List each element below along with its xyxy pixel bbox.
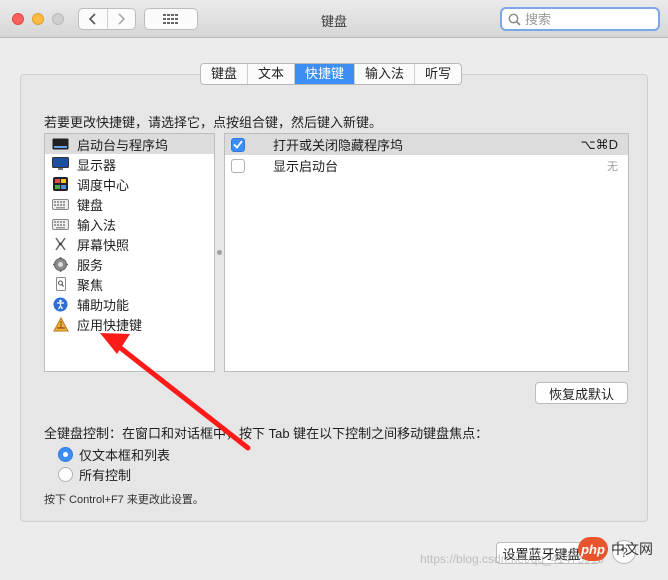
category-item-services[interactable]: 服务	[45, 254, 214, 274]
category-label: 屏幕快照	[77, 237, 130, 253]
app-shortcuts-icon	[52, 316, 69, 331]
shortcut-label: 显示启动台	[273, 159, 339, 174]
services-gear-icon	[52, 256, 69, 272]
shortcut-checkbox[interactable]	[231, 137, 245, 152]
checkmark-icon	[233, 140, 243, 149]
tab-bar: 键盘 文本 快捷键 输入法 听写	[200, 63, 463, 85]
category-item-launchpad-dock[interactable]: 启动台与程序坞	[45, 134, 214, 154]
shortcut-row[interactable]: 显示启动台 无	[225, 155, 628, 176]
category-item-screenshots[interactable]: 屏幕快照	[45, 234, 214, 254]
category-label: 聚焦	[77, 277, 104, 293]
category-list: 启动台与程序坞 显示器 调度中心 键盘 输入法 屏幕快照 服务 聚焦 辅助功能 …	[44, 133, 215, 372]
radio-button[interactable]	[58, 447, 73, 462]
window-toolbar: 键盘	[0, 0, 668, 38]
hint-text: 按下 Control+F7 来更改此设置。	[44, 494, 204, 506]
category-item-input-sources[interactable]: 输入法	[45, 214, 214, 234]
category-item-spotlight[interactable]: 聚焦	[45, 274, 214, 294]
search-icon	[508, 13, 521, 26]
tab-text[interactable]: 文本	[247, 64, 294, 84]
restore-defaults-button[interactable]: 恢复成默认	[535, 382, 628, 404]
category-label: 启动台与程序坞	[77, 137, 169, 153]
tab-keyboard[interactable]: 键盘	[201, 64, 247, 84]
display-icon	[52, 157, 69, 171]
radio-label: 仅文本框和列表	[79, 448, 171, 463]
shortcut-row[interactable]: 打开或关闭隐藏程序坞 ⌥⌘D	[225, 134, 628, 155]
radio-label: 所有控制	[79, 468, 132, 483]
tab-shortcuts[interactable]: 快捷键	[294, 64, 355, 84]
instruction-text: 若要更改快捷键，请选择它，点按组合键，然后键入新键。	[44, 115, 383, 130]
shortcut-checkbox[interactable]	[231, 158, 245, 173]
shortcut-keys[interactable]: 无	[607, 158, 618, 174]
category-label: 键盘	[77, 197, 104, 213]
search-field[interactable]	[500, 7, 660, 31]
shortcut-label: 打开或关闭隐藏程序坞	[273, 138, 404, 153]
spotlight-icon	[52, 277, 69, 291]
category-item-keyboard[interactable]: 键盘	[45, 194, 214, 214]
shortcut-list: 打开或关闭隐藏程序坞 ⌥⌘D 显示启动台 无	[224, 133, 629, 372]
category-label: 显示器	[77, 157, 117, 173]
radio-button[interactable]	[58, 467, 73, 482]
radio-text-boxes-lists[interactable]: 仅文本框和列表	[58, 445, 170, 464]
input-method-icon	[52, 217, 69, 231]
tab-input-sources[interactable]: 输入法	[354, 64, 414, 84]
site-badge-text: 中文网	[611, 541, 653, 557]
shortcut-keys[interactable]: ⌥⌘D	[581, 137, 618, 153]
keyboard-icon	[52, 197, 69, 211]
accessibility-icon	[52, 297, 69, 311]
category-label: 服务	[77, 257, 104, 273]
category-item-mission-control[interactable]: 调度中心	[45, 174, 214, 194]
screenshot-icon	[52, 237, 69, 251]
category-label: 输入法	[77, 217, 117, 233]
full-keyboard-access-label: 全键盘控制：在窗口和对话框中，按下 Tab 键在以下控制之间移动键盘焦点：	[44, 426, 489, 441]
mission-control-icon	[52, 177, 69, 191]
watermark-text: https://blog.csdn.net/qq_41475919	[420, 552, 605, 566]
php-logo: php	[578, 537, 608, 561]
pane-splitter[interactable]	[215, 133, 224, 372]
radio-all-controls[interactable]: 所有控制	[58, 465, 131, 484]
site-badge: php 中文网	[578, 537, 653, 561]
category-item-display[interactable]: 显示器	[45, 154, 214, 174]
tab-dictation[interactable]: 听写	[414, 64, 461, 84]
category-label: 应用快捷键	[77, 317, 143, 333]
category-label: 调度中心	[77, 177, 130, 193]
search-input[interactable]	[525, 11, 645, 27]
category-item-accessibility[interactable]: 辅助功能	[45, 294, 214, 314]
category-item-app-shortcuts[interactable]: 应用快捷键	[45, 314, 214, 334]
launchpad-dock-icon	[52, 137, 69, 151]
category-label: 辅助功能	[77, 297, 130, 313]
